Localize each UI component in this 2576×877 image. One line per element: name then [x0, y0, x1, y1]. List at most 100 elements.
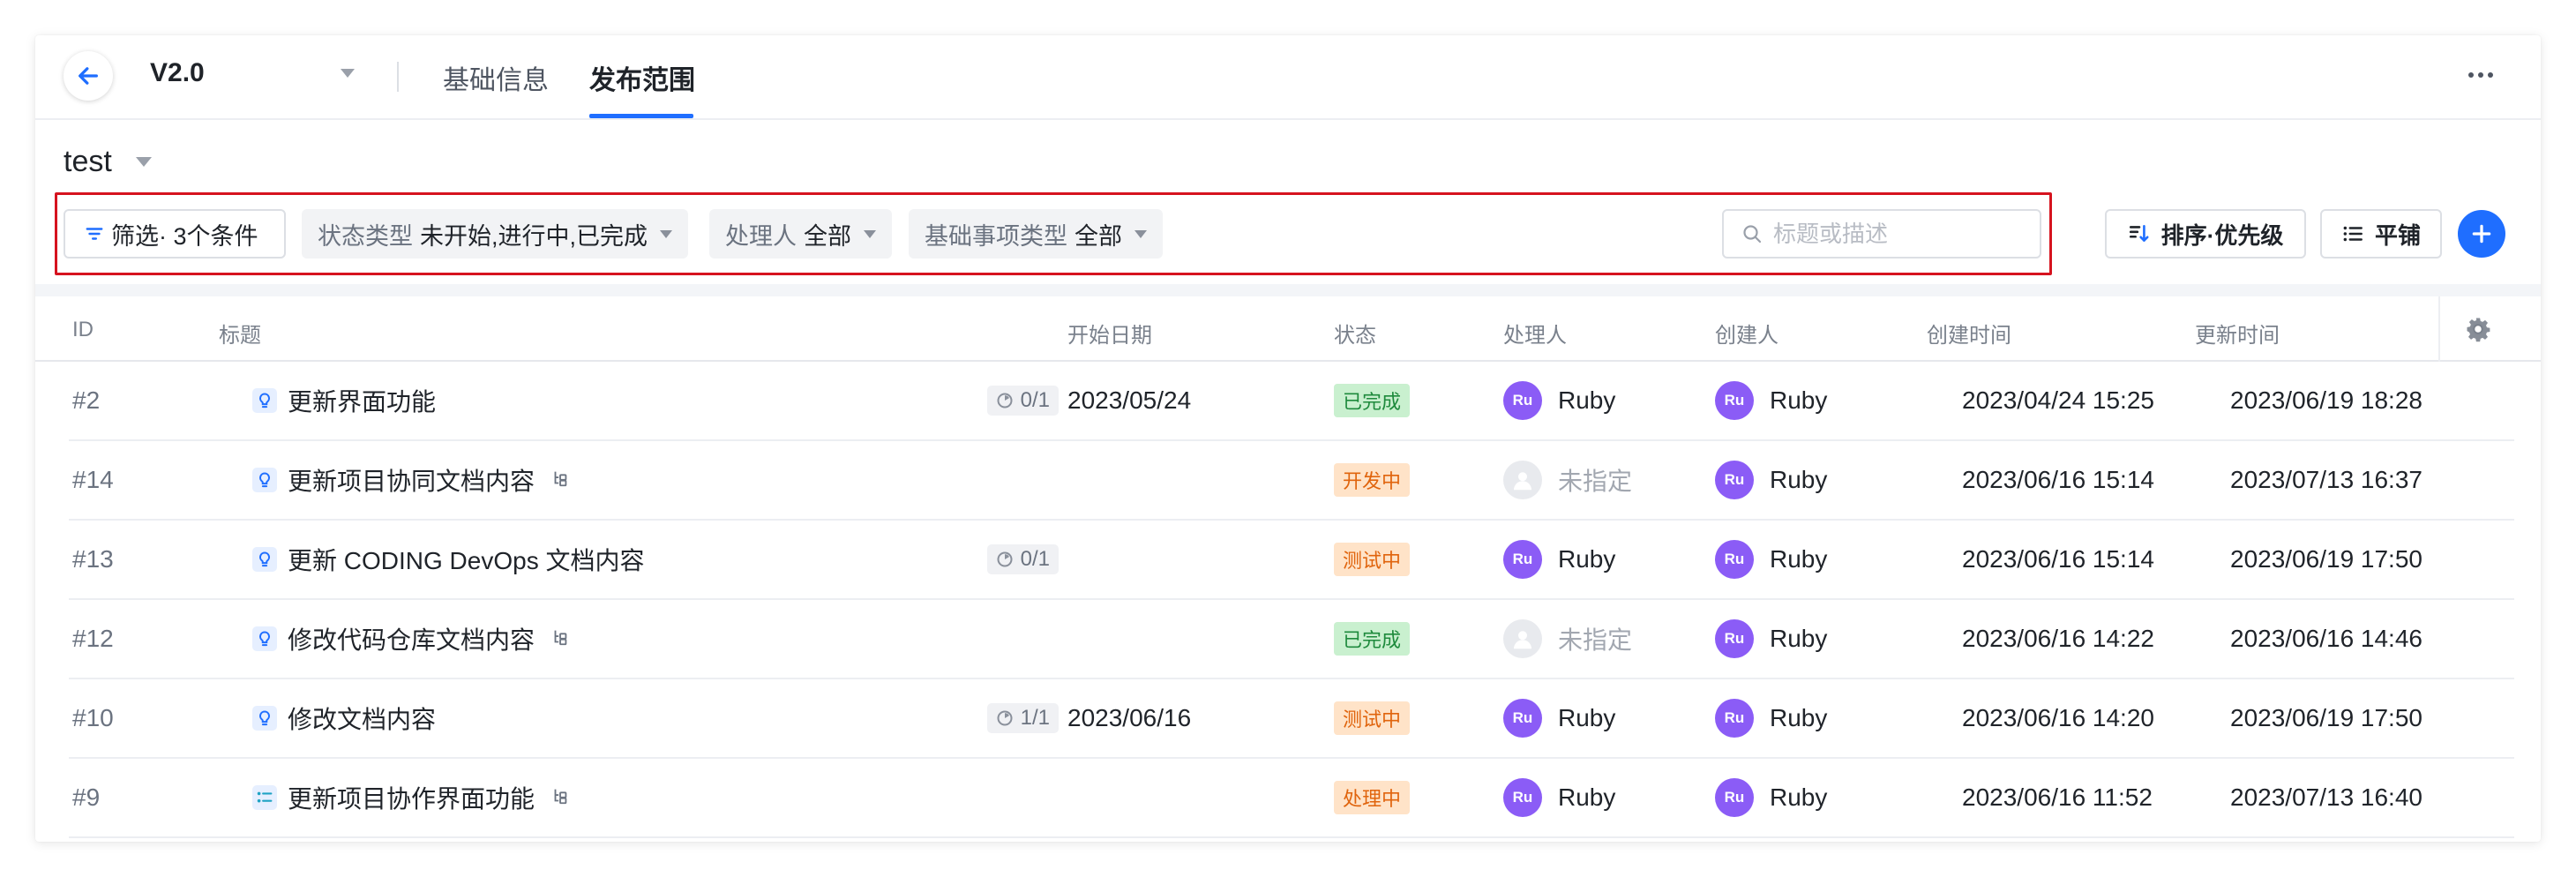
row-title[interactable]: 修改文档内容 [252, 679, 436, 757]
status-badge[interactable]: 已完成 [1334, 622, 1411, 656]
row-assignee[interactable]: Ru Ruby [1503, 362, 1615, 439]
status-badge[interactable]: 开发中 [1334, 463, 1411, 497]
row-title-text[interactable]: 更新 CODING DevOps 文档内容 [288, 542, 644, 577]
row-title-text[interactable]: 修改代码仓库文档内容 [288, 621, 535, 656]
row-title[interactable]: 修改代码仓库文档内容 [252, 600, 570, 678]
gear-icon[interactable] [2465, 316, 2491, 342]
row-title[interactable]: 更新 CODING DevOps 文档内容 [252, 521, 644, 598]
tab-basic-info[interactable]: 基础信息 [443, 58, 549, 97]
divider [397, 62, 399, 92]
row-title[interactable]: 更新界面功能 [252, 362, 436, 439]
row-created-time: 2023/06/16 15:14 [1962, 466, 2154, 493]
row-assignee[interactable]: Ru Ruby [1503, 679, 1615, 757]
filter-button[interactable]: 筛选· 3个条件 [64, 209, 286, 259]
row-assignee[interactable]: 未指定 [1503, 600, 1632, 678]
column-header-updated-time[interactable]: 更新时间 [2195, 318, 2280, 349]
subtask-icon [550, 466, 570, 494]
version-selector[interactable]: V2.0 [150, 58, 205, 88]
page-title[interactable]: test [64, 145, 112, 179]
subtask-icon [550, 625, 570, 653]
row-creator: Ru Ruby [1715, 521, 1827, 598]
column-header-creator[interactable]: 创建人 [1715, 318, 1778, 349]
row-assignee[interactable]: Ru Ruby [1503, 521, 1615, 598]
table-row[interactable]: #12 修改代码仓库文档内容 已完成 未指定 Ru Ruby 2023/06/1… [69, 600, 2514, 679]
assignee-name: Ruby [1558, 704, 1616, 731]
row-id[interactable]: #13 [72, 521, 114, 598]
row-created-time: 2023/06/16 14:22 [1962, 625, 2154, 652]
status-badge[interactable]: 处理中 [1334, 781, 1411, 814]
column-header-id[interactable]: ID [72, 318, 94, 342]
chip-key: 状态类型 [318, 222, 413, 250]
row-progress: 0/1 [986, 362, 1059, 439]
column-header-assignee[interactable]: 处理人 [1503, 318, 1567, 349]
status-badge[interactable]: 测试中 [1334, 701, 1411, 735]
row-id[interactable]: #10 [72, 679, 114, 757]
filter-chip-status-type[interactable]: 状态类型 未开始,进行中,已完成 [302, 209, 689, 259]
status-badge[interactable]: 已完成 [1334, 384, 1411, 417]
lightbulb-icon [252, 706, 277, 731]
sort-button[interactable]: 排序·优先级 [2105, 209, 2306, 259]
row-status[interactable]: 开发中 [1334, 441, 1411, 519]
status-badge[interactable]: 测试中 [1334, 543, 1411, 576]
filter-chip-assignee[interactable]: 处理人 全部 [709, 209, 892, 259]
row-id[interactable]: #12 [72, 600, 114, 678]
add-button[interactable] [2458, 210, 2505, 258]
row-title-text[interactable]: 修改文档内容 [288, 701, 436, 736]
chevron-down-icon[interactable] [136, 157, 152, 167]
table-row[interactable]: #9 更新项目协作界面功能 处理中 Ru Ruby Ru Ruby 2023/0… [69, 759, 2514, 838]
row-title[interactable]: 更新项目协同文档内容 [252, 441, 570, 519]
top-bar: V2.0 基础信息 发布范围 [35, 35, 2541, 120]
row-assignee[interactable]: Ru Ruby [1503, 759, 1615, 836]
row-id[interactable]: #14 [72, 441, 114, 519]
row-status[interactable]: 处理中 [1334, 759, 1411, 836]
search-icon [1743, 225, 1762, 244]
table-row[interactable]: #2 更新界面功能 0/1 2023/05/24 已完成 Ru Ruby Ru … [69, 362, 2514, 441]
avatar: Ru [1503, 540, 1542, 579]
row-id[interactable]: #2 [72, 362, 100, 439]
column-header-status[interactable]: 状态 [1334, 318, 1376, 349]
chevron-down-icon[interactable] [341, 69, 355, 78]
assignee-name: 未指定 [1558, 468, 1633, 495]
avatar: Ru [1715, 778, 1754, 817]
table-row[interactable]: #14 更新项目协同文档内容 开发中 未指定 Ru Ruby 2023/06/1… [69, 441, 2514, 521]
tab-release-scope[interactable]: 发布范围 [589, 58, 695, 97]
row-title-text[interactable]: 更新界面功能 [288, 383, 436, 418]
layout-button[interactable]: 平铺 [2320, 209, 2442, 259]
column-header-title[interactable]: 标题 [219, 318, 261, 349]
row-updated-time: 2023/06/16 14:46 [2230, 625, 2422, 652]
progress-icon [996, 392, 1014, 409]
row-title-text[interactable]: 更新项目协同文档内容 [288, 462, 535, 498]
row-status[interactable]: 已完成 [1334, 362, 1411, 439]
user-placeholder-icon [1503, 619, 1542, 658]
more-button[interactable] [2463, 62, 2498, 88]
sort-button-label: 排序·优先级 [2160, 221, 2284, 249]
table-row[interactable]: #13 更新 CODING DevOps 文档内容 0/1 测试中 Ru Rub… [69, 521, 2514, 600]
avatar: Ru [1715, 461, 1754, 499]
lightbulb-icon [252, 388, 277, 413]
column-header-created-time[interactable]: 创建时间 [1927, 318, 2011, 349]
row-created-time: 2023/06/16 14:20 [1962, 704, 2154, 731]
row-id[interactable]: #9 [72, 759, 100, 836]
column-header-start-date[interactable]: 开始日期 [1067, 318, 1152, 349]
row-updated-time: 2023/06/19 17:50 [2230, 704, 2422, 731]
lightbulb-icon [252, 626, 277, 651]
row-assignee[interactable]: 未指定 [1503, 441, 1632, 519]
search-box[interactable] [1722, 209, 2041, 259]
filter-chip-item-type[interactable]: 基础事项类型 全部 [909, 209, 1163, 259]
assignee-name: 未指定 [1558, 626, 1633, 654]
row-title[interactable]: 更新项目协作界面功能 [252, 759, 570, 836]
row-status[interactable]: 测试中 [1334, 521, 1411, 598]
table-row[interactable]: #10 修改文档内容 1/1 2023/06/16 测试中 Ru Ruby Ru… [69, 679, 2514, 759]
chip-value: 未开始,进行中,已完成 [420, 222, 648, 250]
avatar: Ru [1715, 619, 1754, 658]
search-input[interactable] [1773, 220, 2020, 248]
row-status[interactable]: 已完成 [1334, 600, 1411, 678]
progress-icon [996, 709, 1014, 727]
row-status[interactable]: 测试中 [1334, 679, 1411, 757]
sort-icon [2129, 225, 2149, 242]
section-divider [35, 284, 2541, 296]
back-button[interactable] [64, 51, 113, 101]
chevron-down-icon [660, 229, 673, 238]
row-title-text[interactable]: 更新项目协作界面功能 [288, 780, 535, 815]
row-updated-time: 2023/06/19 17:50 [2230, 545, 2422, 573]
